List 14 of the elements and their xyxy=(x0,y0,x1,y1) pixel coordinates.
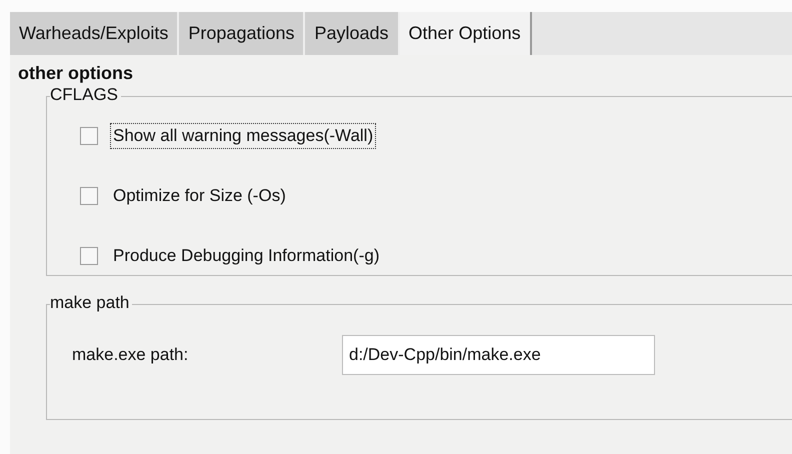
path-field[interactable]: d:/Dev-Cpp/bin/make.exe xyxy=(342,335,655,375)
tab[interactable]: Other Options xyxy=(400,12,532,55)
checkbox-label[interactable]: Optimize for Size (-Os) xyxy=(110,183,289,209)
field-label: make.exe path: xyxy=(72,345,190,365)
tab[interactable]: Propagations xyxy=(179,12,306,55)
checkbox-label[interactable]: Show all warning messages(-Wall) xyxy=(110,123,376,149)
group-legend: make path xyxy=(50,293,132,313)
checkbox[interactable] xyxy=(80,247,98,265)
section-heading: other options xyxy=(18,63,134,84)
checkbox[interactable] xyxy=(80,127,98,145)
checkbox-label[interactable]: Produce Debugging Information(-g) xyxy=(110,243,382,269)
tab[interactable]: Warheads/Exploits xyxy=(10,12,180,55)
checkbox[interactable] xyxy=(80,187,98,205)
tab[interactable]: Payloads xyxy=(305,12,400,55)
